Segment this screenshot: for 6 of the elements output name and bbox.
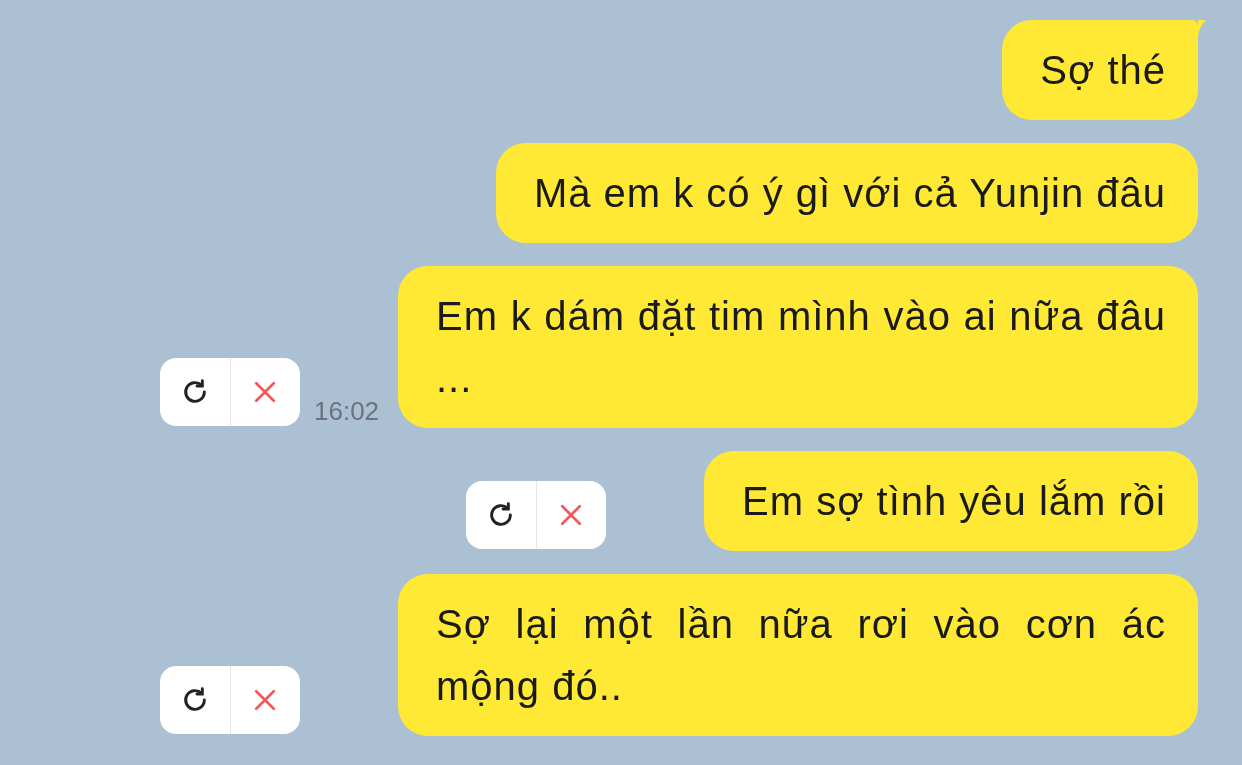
bubble-tail — [1198, 20, 1206, 36]
message-bubble: Sợ lại một lần nữa rơi vào cơn ác mộng đó.. — [398, 574, 1198, 736]
message-time: 16:02 — [314, 398, 380, 424]
message-bubble: Em sợ tình yêu lắm rồi — [704, 451, 1198, 551]
message-bubble: Mà em k có ý gì với cả Yunjin đâu — [495, 143, 1198, 243]
message-bubble: Em k dám đặt tim mình vào ai nữa đâu ... — [398, 266, 1198, 428]
